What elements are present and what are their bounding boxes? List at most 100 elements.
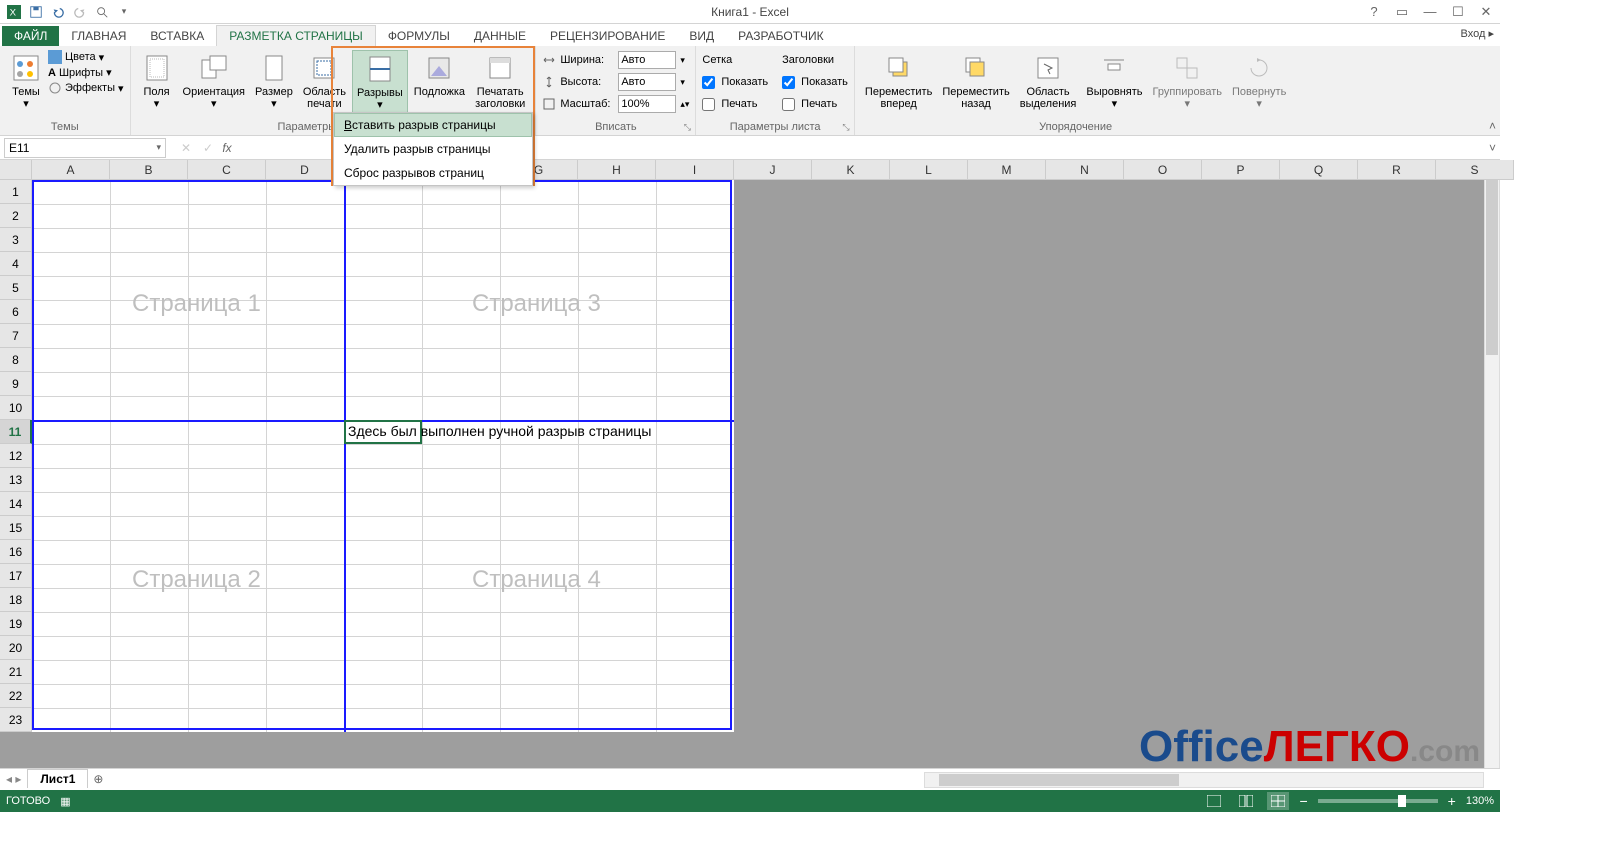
ribbon-options-icon[interactable]: ▭ — [1390, 2, 1414, 22]
row-header-16[interactable]: 16 — [0, 540, 32, 564]
rotate-button[interactable]: Повернуть▾ — [1228, 50, 1290, 112]
row-header-2[interactable]: 2 — [0, 204, 32, 228]
sheet-tab-1[interactable]: Лист1 — [27, 769, 88, 788]
column-header-C[interactable]: C — [188, 160, 266, 180]
gridlines-print-checkbox[interactable] — [702, 98, 715, 111]
page-break-horizontal[interactable] — [32, 420, 734, 422]
tab-developer[interactable]: РАЗРАБОТЧИК — [726, 26, 836, 46]
collapse-ribbon-icon[interactable]: ˄ — [1489, 119, 1496, 133]
width-input[interactable] — [618, 51, 676, 69]
print-area-button[interactable]: Область печати — [299, 50, 350, 114]
column-header-P[interactable]: P — [1202, 160, 1280, 180]
maximize-icon[interactable]: ☐ — [1446, 2, 1470, 22]
align-button[interactable]: Выровнять▾ — [1082, 50, 1146, 112]
height-input[interactable] — [618, 73, 676, 91]
column-header-H[interactable]: H — [578, 160, 656, 180]
background-button[interactable]: Подложка — [410, 50, 469, 114]
row-header-3[interactable]: 3 — [0, 228, 32, 252]
help-icon[interactable]: ? — [1362, 2, 1386, 22]
bring-forward-button[interactable]: Переместить вперед — [861, 50, 936, 112]
page-layout-view-icon[interactable] — [1235, 792, 1257, 810]
column-header-Q[interactable]: Q — [1280, 160, 1358, 180]
undo-icon[interactable] — [48, 2, 68, 22]
headings-view-checkbox[interactable] — [782, 76, 795, 89]
zoom-in-button[interactable]: + — [1448, 793, 1456, 809]
breaks-button[interactable]: Разрывы▾ — [352, 50, 408, 114]
column-header-J[interactable]: J — [734, 160, 812, 180]
row-header-18[interactable]: 18 — [0, 588, 32, 612]
row-header-9[interactable]: 9 — [0, 372, 32, 396]
column-header-M[interactable]: M — [968, 160, 1046, 180]
redo-icon[interactable] — [70, 2, 90, 22]
print-titles-button[interactable]: Печатать заголовки — [471, 50, 529, 114]
colors-button[interactable]: Цвета ▾ — [48, 50, 124, 64]
effects-button[interactable]: Эффекты ▾ — [48, 81, 124, 95]
minimize-icon[interactable]: — — [1418, 2, 1442, 22]
zoom-out-button[interactable]: − — [1299, 793, 1307, 809]
save-icon[interactable] — [26, 2, 46, 22]
column-header-L[interactable]: L — [890, 160, 968, 180]
column-header-B[interactable]: B — [110, 160, 188, 180]
row-header-12[interactable]: 12 — [0, 444, 32, 468]
column-header-I[interactable]: I — [656, 160, 734, 180]
headings-print-checkbox[interactable] — [782, 98, 795, 111]
page-break-vertical[interactable] — [344, 180, 346, 732]
page-break-view-icon[interactable] — [1267, 792, 1289, 810]
fit-launcher-icon[interactable]: ⤡ — [681, 122, 693, 134]
column-header-O[interactable]: O — [1124, 160, 1202, 180]
close-icon[interactable]: ✕ — [1474, 2, 1498, 22]
login-link[interactable]: Вход ▸ — [1461, 27, 1494, 40]
cancel-formula-icon[interactable]: ✕ — [176, 141, 196, 155]
enter-formula-icon[interactable]: ✓ — [198, 141, 218, 155]
tab-view[interactable]: ВИД — [677, 26, 726, 46]
row-header-14[interactable]: 14 — [0, 492, 32, 516]
insert-page-break-item[interactable]: Вставить разрыв страницы — [334, 113, 532, 137]
zoom-slider[interactable] — [1318, 799, 1438, 803]
margins-button[interactable]: Поля▾ — [137, 50, 177, 114]
tab-page-layout[interactable]: РАЗМЕТКА СТРАНИЦЫ — [216, 25, 376, 46]
sheet-nav[interactable]: ◂ ▸ — [0, 772, 27, 786]
row-header-19[interactable]: 19 — [0, 612, 32, 636]
tab-formulas[interactable]: ФОРМУЛЫ — [376, 26, 462, 46]
row-header-8[interactable]: 8 — [0, 348, 32, 372]
send-backward-button[interactable]: Переместить назад — [938, 50, 1013, 112]
tab-file[interactable]: ФАЙЛ — [2, 26, 59, 46]
gridlines-view-checkbox[interactable] — [702, 76, 715, 89]
preview-icon[interactable] — [92, 2, 112, 22]
remove-page-break-item[interactable]: Удалить разрыв страницы — [334, 137, 532, 161]
select-all-corner[interactable] — [0, 160, 32, 180]
row-header-5[interactable]: 5 — [0, 276, 32, 300]
row-header-1[interactable]: 1 — [0, 180, 32, 204]
column-header-R[interactable]: R — [1358, 160, 1436, 180]
row-header-7[interactable]: 7 — [0, 324, 32, 348]
column-header-K[interactable]: K — [812, 160, 890, 180]
row-header-4[interactable]: 4 — [0, 252, 32, 276]
reset-page-breaks-item[interactable]: Сброс разрывов страниц — [334, 161, 532, 185]
macro-icon[interactable]: ▦ — [60, 795, 70, 808]
horizontal-scrollbar[interactable] — [924, 772, 1484, 788]
tab-insert[interactable]: ВСТАВКА — [138, 26, 216, 46]
row-header-15[interactable]: 15 — [0, 516, 32, 540]
row-header-10[interactable]: 10 — [0, 396, 32, 420]
column-header-S[interactable]: S — [1436, 160, 1514, 180]
selection-pane-button[interactable]: Область выделения — [1016, 50, 1081, 112]
scale-input[interactable] — [618, 95, 676, 113]
row-header-6[interactable]: 6 — [0, 300, 32, 324]
row-header-17[interactable]: 17 — [0, 564, 32, 588]
name-box[interactable]: E11▾ — [4, 138, 166, 158]
row-header-11[interactable]: 11 — [0, 420, 32, 444]
tab-data[interactable]: ДАННЫЕ — [462, 26, 538, 46]
row-header-22[interactable]: 22 — [0, 684, 32, 708]
excel-icon[interactable]: X — [4, 2, 24, 22]
normal-view-icon[interactable] — [1203, 792, 1225, 810]
expand-formula-bar-icon[interactable]: ˅ — [1489, 141, 1496, 155]
qat-customize-icon[interactable]: ▾ — [114, 2, 134, 22]
zoom-level[interactable]: 130% — [1466, 795, 1494, 807]
column-header-N[interactable]: N — [1046, 160, 1124, 180]
size-button[interactable]: Размер▾ — [251, 50, 297, 114]
themes-button[interactable]: Темы▾ — [6, 50, 46, 112]
vertical-scrollbar[interactable] — [1484, 160, 1500, 772]
fx-icon[interactable]: fx — [220, 141, 240, 155]
fonts-button[interactable]: AШрифты ▾ — [48, 66, 124, 79]
row-header-23[interactable]: 23 — [0, 708, 32, 732]
